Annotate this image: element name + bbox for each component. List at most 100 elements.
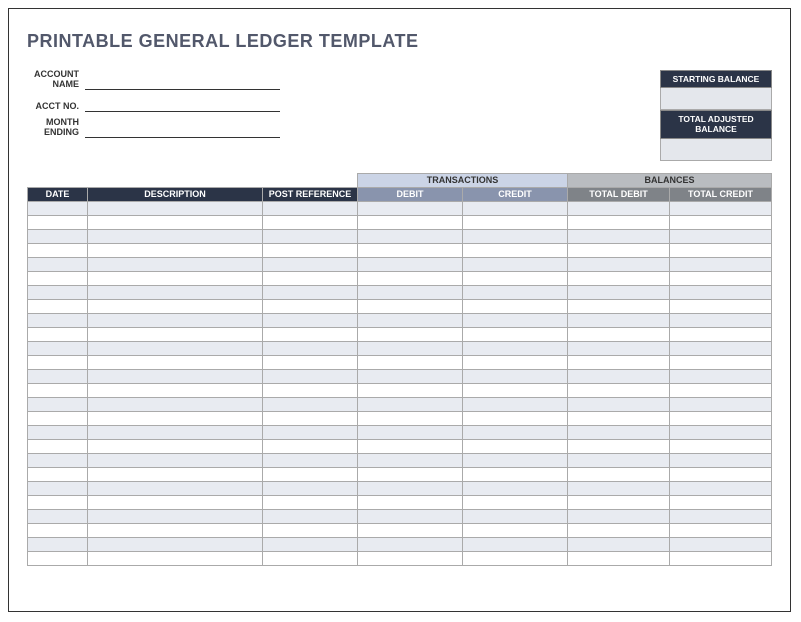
table-cell[interactable] — [263, 313, 358, 327]
table-cell[interactable] — [463, 425, 568, 439]
table-cell[interactable] — [463, 523, 568, 537]
table-cell[interactable] — [358, 425, 463, 439]
table-cell[interactable] — [568, 341, 670, 355]
table-cell[interactable] — [28, 439, 88, 453]
table-cell[interactable] — [568, 397, 670, 411]
table-cell[interactable] — [263, 425, 358, 439]
table-cell[interactable] — [88, 201, 263, 215]
table-cell[interactable] — [88, 215, 263, 229]
table-cell[interactable] — [670, 551, 772, 565]
table-cell[interactable] — [358, 299, 463, 313]
acct-no-input[interactable] — [85, 96, 280, 112]
table-cell[interactable] — [88, 397, 263, 411]
table-cell[interactable] — [358, 271, 463, 285]
table-cell[interactable] — [463, 383, 568, 397]
table-cell[interactable] — [263, 523, 358, 537]
table-cell[interactable] — [263, 257, 358, 271]
table-cell[interactable] — [670, 327, 772, 341]
table-cell[interactable] — [463, 551, 568, 565]
table-cell[interactable] — [358, 439, 463, 453]
table-cell[interactable] — [88, 369, 263, 383]
table-cell[interactable] — [358, 327, 463, 341]
table-cell[interactable] — [670, 495, 772, 509]
table-cell[interactable] — [568, 383, 670, 397]
table-cell[interactable] — [568, 355, 670, 369]
table-cell[interactable] — [28, 257, 88, 271]
table-cell[interactable] — [670, 229, 772, 243]
table-cell[interactable] — [88, 411, 263, 425]
table-cell[interactable] — [463, 369, 568, 383]
table-cell[interactable] — [88, 271, 263, 285]
table-cell[interactable] — [88, 341, 263, 355]
table-cell[interactable] — [88, 509, 263, 523]
table-cell[interactable] — [263, 439, 358, 453]
table-cell[interactable] — [88, 551, 263, 565]
table-cell[interactable] — [88, 383, 263, 397]
table-cell[interactable] — [568, 439, 670, 453]
table-cell[interactable] — [358, 215, 463, 229]
table-cell[interactable] — [88, 355, 263, 369]
table-cell[interactable] — [263, 299, 358, 313]
table-cell[interactable] — [358, 537, 463, 551]
table-cell[interactable] — [358, 397, 463, 411]
table-cell[interactable] — [670, 285, 772, 299]
table-cell[interactable] — [670, 425, 772, 439]
table-cell[interactable] — [463, 327, 568, 341]
table-cell[interactable] — [463, 467, 568, 481]
table-cell[interactable] — [263, 551, 358, 565]
table-cell[interactable] — [358, 243, 463, 257]
table-cell[interactable] — [28, 201, 88, 215]
table-cell[interactable] — [263, 341, 358, 355]
table-cell[interactable] — [568, 313, 670, 327]
table-cell[interactable] — [358, 257, 463, 271]
table-cell[interactable] — [28, 243, 88, 257]
table-cell[interactable] — [88, 257, 263, 271]
table-cell[interactable] — [568, 285, 670, 299]
table-cell[interactable] — [568, 523, 670, 537]
table-cell[interactable] — [263, 355, 358, 369]
table-cell[interactable] — [88, 467, 263, 481]
table-cell[interactable] — [28, 299, 88, 313]
table-cell[interactable] — [568, 299, 670, 313]
table-cell[interactable] — [88, 537, 263, 551]
table-cell[interactable] — [568, 495, 670, 509]
table-cell[interactable] — [670, 215, 772, 229]
table-cell[interactable] — [28, 425, 88, 439]
table-cell[interactable] — [463, 243, 568, 257]
table-cell[interactable] — [670, 257, 772, 271]
table-cell[interactable] — [88, 327, 263, 341]
table-cell[interactable] — [670, 299, 772, 313]
table-cell[interactable] — [358, 495, 463, 509]
table-cell[interactable] — [463, 439, 568, 453]
table-cell[interactable] — [670, 271, 772, 285]
table-cell[interactable] — [263, 495, 358, 509]
table-cell[interactable] — [568, 551, 670, 565]
table-cell[interactable] — [358, 523, 463, 537]
table-cell[interactable] — [670, 481, 772, 495]
table-cell[interactable] — [358, 481, 463, 495]
table-cell[interactable] — [263, 383, 358, 397]
table-cell[interactable] — [463, 411, 568, 425]
table-cell[interactable] — [568, 453, 670, 467]
table-cell[interactable] — [463, 299, 568, 313]
table-cell[interactable] — [670, 355, 772, 369]
table-cell[interactable] — [463, 397, 568, 411]
table-cell[interactable] — [568, 411, 670, 425]
table-cell[interactable] — [670, 383, 772, 397]
table-cell[interactable] — [358, 467, 463, 481]
table-cell[interactable] — [670, 243, 772, 257]
table-cell[interactable] — [568, 243, 670, 257]
table-cell[interactable] — [263, 327, 358, 341]
table-cell[interactable] — [28, 383, 88, 397]
table-cell[interactable] — [28, 355, 88, 369]
table-cell[interactable] — [28, 523, 88, 537]
table-cell[interactable] — [463, 537, 568, 551]
table-cell[interactable] — [28, 509, 88, 523]
table-cell[interactable] — [463, 355, 568, 369]
table-cell[interactable] — [28, 327, 88, 341]
table-cell[interactable] — [670, 411, 772, 425]
table-cell[interactable] — [263, 215, 358, 229]
table-cell[interactable] — [88, 285, 263, 299]
table-cell[interactable] — [263, 509, 358, 523]
table-cell[interactable] — [263, 285, 358, 299]
